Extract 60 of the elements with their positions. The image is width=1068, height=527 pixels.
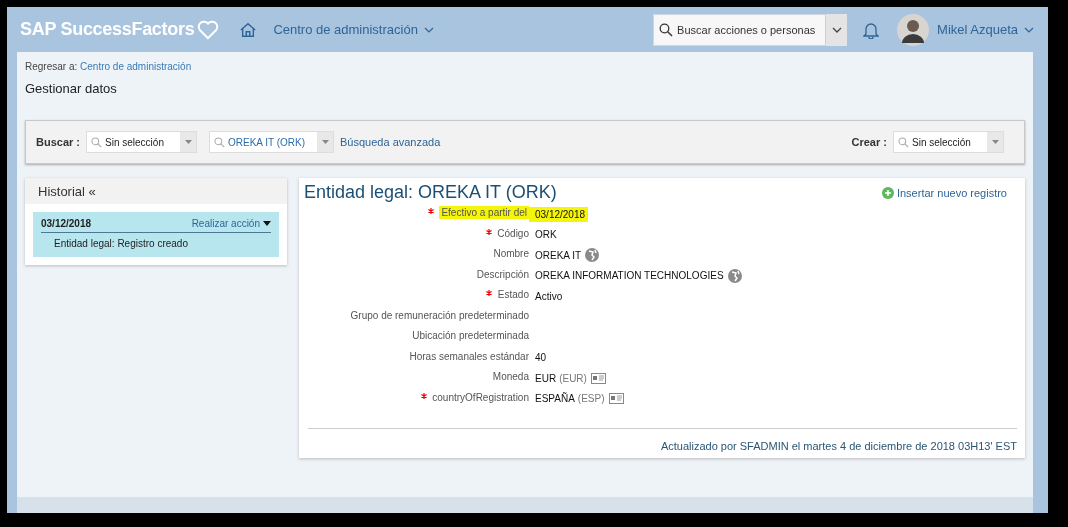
field-label: Moneda [492,371,529,382]
plus-circle-icon [881,186,894,199]
card-icon[interactable] [590,372,606,384]
search-field[interactable]: Buscar acciones o personas [653,13,826,46]
combo-box[interactable]: Sin selección [893,131,1004,153]
card-icon[interactable] [608,393,624,405]
field-label: Ubicación predeterminada [412,330,529,341]
field-label: Código [497,227,529,239]
combo-box[interactable]: Sin selección [86,131,198,153]
globe-icon[interactable] [727,268,742,283]
field-value: ORK [535,229,557,241]
field-value: 40 [535,352,547,364]
avatar[interactable] [897,13,930,46]
field-label: Estado [497,289,529,300]
field-code: (EUR) [559,372,587,384]
chevron-icon [423,26,434,33]
update-info: Actualizado por SFADMIN el martes 4 de diciembre de 2018 03H13' EST [660,440,1017,452]
caret-icon [263,221,271,226]
search-icon [214,136,226,148]
entry-description: Entidad legal: Registro creado [53,237,189,249]
globe-icon[interactable] [585,248,600,263]
search-icon [898,136,909,148]
create-label: Crear : [851,136,887,148]
record-title: Entidad legal: OREKA IT (ORK) [304,182,557,203]
field-label: countryOfRegistration [432,391,529,403]
history-entry[interactable]: 03/12/2018 Realizar acción Entidad legal: Registro creado [33,212,279,257]
field-value: Activo [535,290,563,302]
dropdown-button[interactable] [825,13,848,46]
nav-menu[interactable]: Centro de administración [273,22,434,37]
field-label: Horas semanales estándar [409,350,529,362]
field-label: Grupo de remuneración predeterminado [350,309,529,321]
entry-date: 03/12/2018 [41,218,92,229]
advanced-search-link[interactable]: Búsqueda avanzada [340,136,441,148]
field-value: ESPAÑA [535,393,575,405]
insert-record-link[interactable]: Insertar nuevo registro [881,186,1007,199]
chevron-icon [1024,26,1034,33]
bell-icon[interactable] [863,20,880,39]
action-menu[interactable]: Realizar acción [191,218,271,229]
field-value: OREKA INFORMATION TECHNOLOGIES [535,270,724,282]
field-value: OREKA IT [535,249,582,261]
user-menu[interactable]: Mikel Azqueta [937,22,1034,37]
field-label: Efectivo a partir del [439,206,529,219]
home-icon[interactable] [239,21,258,38]
breadcrumb-label: Regresar a: [25,61,78,72]
field-code: (ESP) [577,393,605,405]
page-title: Gestionar datos [25,81,118,96]
field-value: 03/12/2018 [535,208,586,220]
dropdown-caret-icon [317,132,334,152]
dropdown-caret-icon [987,132,1003,152]
field-label: Nombre [493,248,529,259]
history-title[interactable]: Historial « [38,183,96,199]
breadcrumb-link[interactable]: Centro de administración [80,61,192,72]
caret-icon [831,26,842,33]
heart-icon [197,19,220,40]
search-label: Buscar : [36,136,81,148]
dropdown-caret-icon [180,132,197,152]
search-icon [91,136,103,148]
field-label: Descripción [476,268,529,280]
field-value: EUR [535,372,557,384]
combo-box[interactable]: OREKA IT (ORK) [209,131,335,153]
